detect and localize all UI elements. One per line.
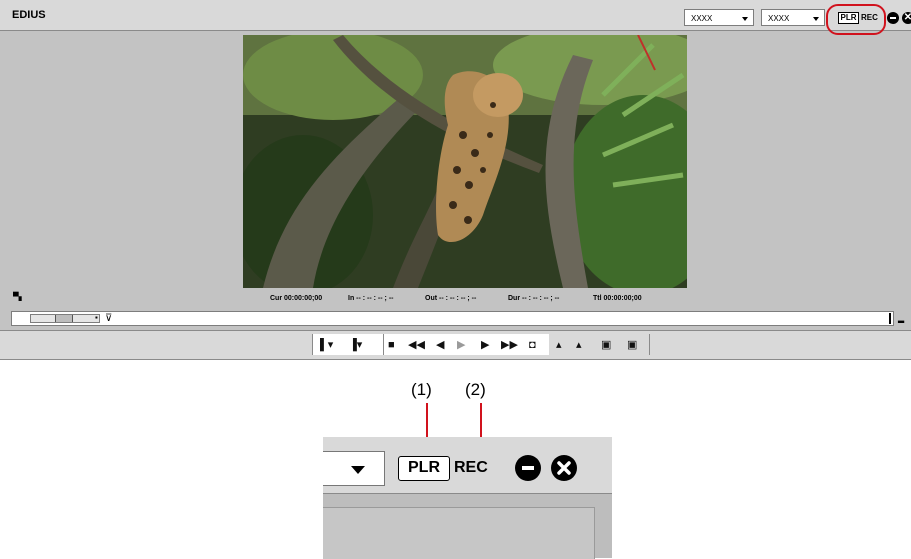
loop-icon[interactable]: ◘ — [529, 338, 536, 352]
export-icon[interactable]: ▂ — [898, 314, 904, 323]
dropdown-1-value: XXXX — [691, 14, 713, 23]
timecode-ttl: Ttl 00:00:00;00 — [593, 295, 642, 302]
timeline-scrubber[interactable]: ▪ ⊽ — [11, 311, 894, 326]
minimize-icon[interactable] — [887, 12, 899, 24]
player-window: EDIUS XXXX XXXX PLR REC ✕ ▀▖ Cur 00:00:0… — [0, 0, 911, 360]
zoomed-rec-button[interactable]: REC — [454, 457, 488, 479]
overwrite-icon[interactable]: ▴ — [576, 338, 582, 352]
highlight-circle — [826, 4, 886, 35]
set-in-icon[interactable]: ▌▾ — [320, 338, 333, 352]
callout-label-1: (1) — [411, 380, 432, 399]
dropdown-2[interactable]: XXXX — [761, 9, 825, 26]
app-title: EDIUS — [12, 9, 46, 21]
video-frame-image — [243, 35, 687, 288]
zoom-slider-thumb[interactable] — [55, 315, 73, 322]
zoomed-dropdown[interactable] — [323, 451, 385, 486]
chevron-down-icon — [351, 466, 365, 474]
timecode-dur: Dur -- : -- : -- ; -- — [508, 295, 560, 302]
add-clip-alt-icon[interactable]: ▣ — [627, 338, 637, 352]
playhead-icon[interactable]: ⊽ — [105, 313, 112, 324]
callout-label-2: (2) — [465, 380, 486, 399]
dropdown-1[interactable]: XXXX — [684, 9, 754, 26]
timecode-cur: Cur 00:00:00;00 — [270, 295, 323, 302]
dropdown-2-value: XXXX — [768, 14, 790, 23]
step-forward-icon[interactable]: ▶ — [481, 338, 489, 352]
monitor-icon[interactable]: ▀▖ — [13, 292, 25, 301]
playback-controls: ▌▾ ▐▾ ■ ◀◀ ◀ ▶ ▶ ▶▶ ◘ ▴ ▴ ▣ ▣ — [0, 330, 911, 360]
timeline-end-marker — [889, 313, 891, 324]
zoomed-detail: PLR REC — [323, 437, 612, 559]
fast-forward-icon[interactable]: ▶▶ — [501, 338, 518, 352]
zoomed-title-bar: PLR REC — [323, 437, 612, 494]
title-bar: EDIUS XXXX XXXX PLR REC ✕ — [0, 0, 911, 35]
video-preview — [243, 35, 687, 288]
chevron-down-icon — [742, 17, 748, 21]
set-out-icon[interactable]: ▐▾ — [349, 338, 362, 352]
stop-icon[interactable]: ■ — [388, 338, 395, 352]
inout-group: ▌▾ ▐▾ — [312, 334, 385, 355]
play-icon[interactable]: ▶ — [457, 338, 465, 352]
timeline-marker-icon: ▪ — [95, 313, 98, 322]
close-icon[interactable] — [551, 455, 577, 481]
chevron-down-icon — [813, 17, 819, 21]
add-clip-icon[interactable]: ▣ — [601, 338, 611, 352]
transport-group: ■ ◀◀ ◀ ▶ ▶ ▶▶ ◘ — [383, 334, 551, 355]
step-back-icon[interactable]: ◀ — [436, 338, 444, 352]
zoomed-panel — [323, 507, 595, 559]
close-icon[interactable]: ✕ — [902, 12, 911, 24]
edit-group: ▴ ▴ ▣ ▣ — [549, 334, 650, 355]
zoomed-plr-button[interactable]: PLR — [398, 456, 450, 481]
insert-icon[interactable]: ▴ — [556, 338, 562, 352]
timecode-in: In -- : -- : -- ; -- — [348, 295, 394, 302]
rewind-icon[interactable]: ◀◀ — [408, 338, 425, 352]
zoom-slider[interactable] — [30, 314, 100, 323]
timecode-out: Out -- : -- : -- ; -- — [425, 295, 477, 302]
minimize-icon[interactable] — [515, 455, 541, 481]
